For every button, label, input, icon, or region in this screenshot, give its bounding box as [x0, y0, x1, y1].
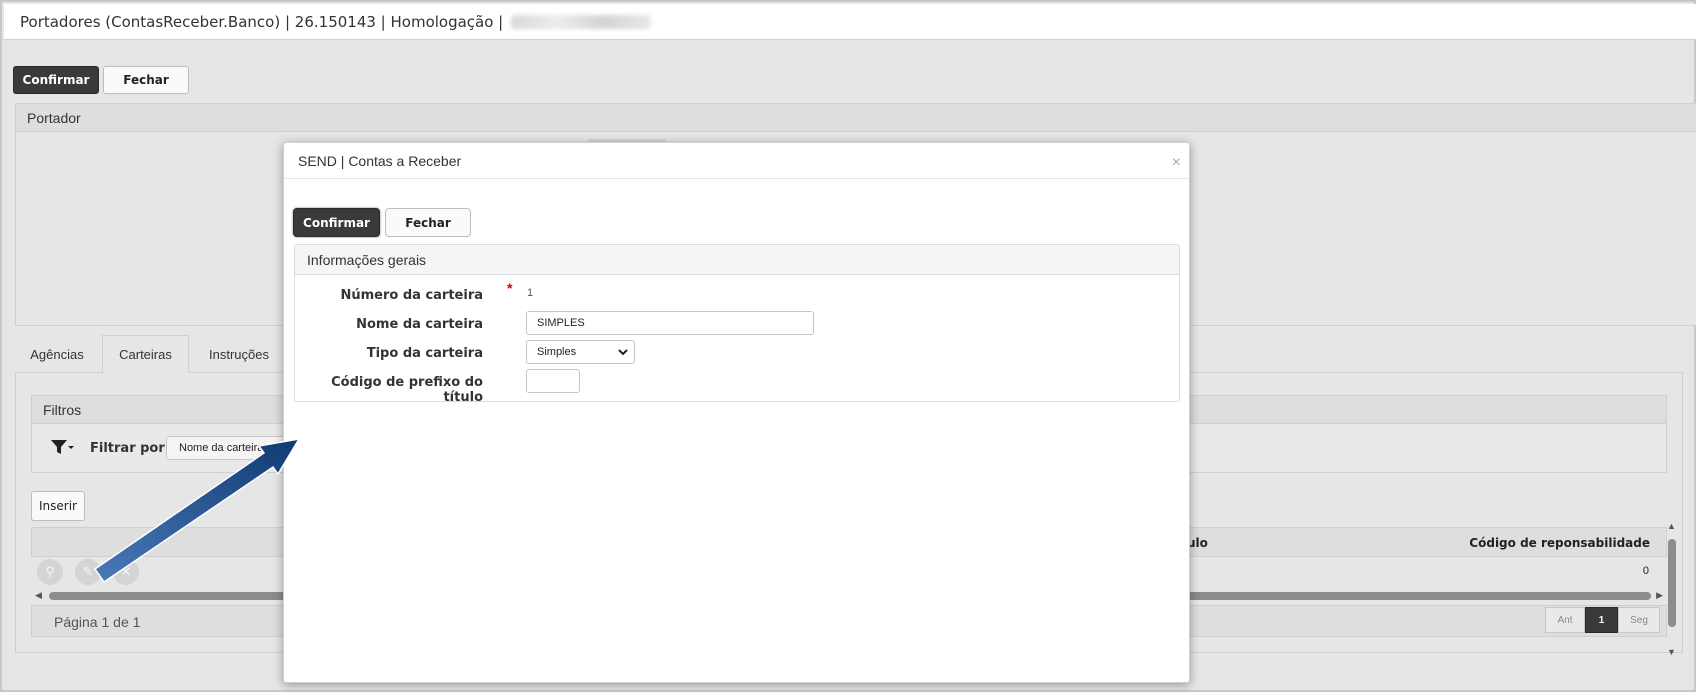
arrow-shape	[93, 437, 301, 584]
app-window: Portadores (ContasReceber.Banco) | 26.15…	[0, 0, 1696, 692]
tab-carteiras-label: Carteiras	[119, 347, 172, 362]
annotation-arrow	[93, 437, 301, 584]
tab-carteiras[interactable]: Carteiras	[102, 335, 189, 373]
